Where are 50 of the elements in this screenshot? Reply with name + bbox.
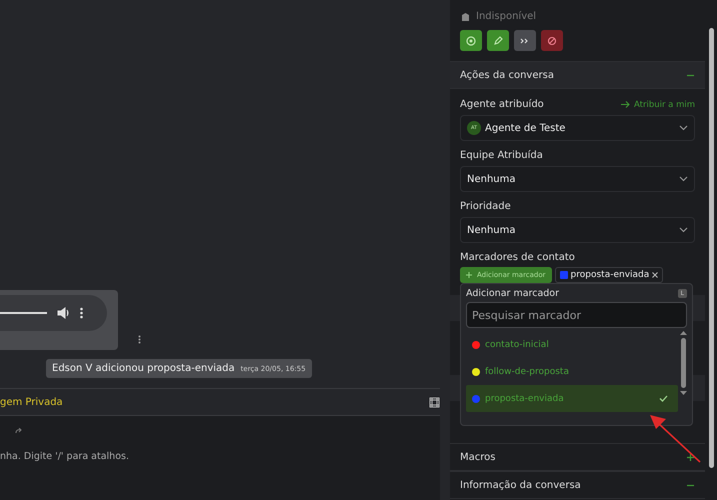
- private-note-tab[interactable]: gem Privada: [0, 396, 63, 408]
- pencil-icon: [493, 36, 503, 46]
- edit-button[interactable]: [487, 30, 509, 51]
- pointer-arrow: [648, 413, 702, 463]
- target-icon: [466, 36, 476, 46]
- target-button[interactable]: [460, 30, 482, 51]
- contact-status: Indisponível: [476, 10, 536, 22]
- activity-text: Edson V adicionou proposta-enviada: [52, 363, 235, 374]
- more-options-icon[interactable]: [80, 307, 83, 319]
- merge-button[interactable]: [514, 30, 536, 51]
- scrollbar[interactable]: [705, 0, 717, 500]
- label-tag-text: proposta-enviada: [570, 270, 650, 280]
- check-icon: [659, 395, 668, 402]
- section-title: Informação da conversa: [460, 480, 581, 490]
- section-header[interactable]: Informação da conversa: [450, 471, 705, 499]
- field-label: Agente atribuído: [460, 99, 544, 110]
- label-search-field[interactable]: Pesquisar marcador: [466, 302, 687, 328]
- editor-placeholder: nha. Digite '/' para atalhos.: [0, 451, 129, 462]
- chevron-down-icon: [679, 227, 688, 233]
- chevron-down-icon: [679, 176, 688, 182]
- arrow-right-icon: [620, 101, 630, 108]
- section-header[interactable]: Macros: [450, 443, 705, 471]
- section-header[interactable]: Ações da conversa: [450, 61, 705, 89]
- double-chevron-icon: [520, 36, 530, 46]
- block-button[interactable]: [541, 30, 563, 51]
- expand-toggle-icon[interactable]: [686, 452, 695, 462]
- redo-icon[interactable]: [15, 428, 22, 435]
- priority-select[interactable]: Nenhuma: [460, 217, 695, 243]
- field-label: Prioridade: [460, 201, 512, 212]
- chevron-down-icon: [679, 125, 688, 131]
- field-label: Equipe Atribuída: [460, 150, 544, 161]
- remove-icon[interactable]: [652, 272, 658, 278]
- message-editor[interactable]: nha. Digite '/' para atalhos.: [0, 416, 440, 500]
- expand-icon[interactable]: [429, 396, 440, 408]
- block-icon: [547, 36, 557, 46]
- section-title: Ações da conversa: [460, 70, 554, 80]
- label-option[interactable]: follow-de-proposta: [466, 358, 678, 385]
- volume-icon[interactable]: [57, 307, 70, 319]
- label-option[interactable]: contato-inicial: [466, 331, 678, 358]
- label-option[interactable]: proposta-enviada: [466, 385, 678, 412]
- building-icon: [461, 12, 470, 20]
- plus-icon: [466, 272, 472, 278]
- scroll-down-icon[interactable]: [680, 391, 687, 395]
- scroll-up-icon[interactable]: [680, 331, 687, 335]
- message-menu-icon[interactable]: [138, 335, 141, 344]
- assign-to-me-link[interactable]: Atribuir a mim: [620, 100, 695, 110]
- dropdown-title: Adicionar marcador: [466, 288, 560, 299]
- section-title: Macros: [460, 452, 496, 462]
- team-select[interactable]: Nenhuma: [460, 166, 695, 192]
- field-label: Marcadores de contato: [460, 252, 576, 263]
